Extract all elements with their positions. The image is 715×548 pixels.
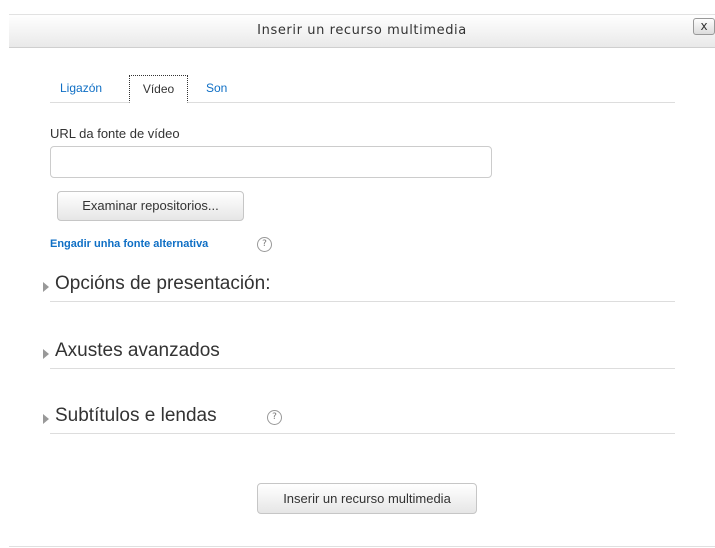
help-icon[interactable]: ? [257, 237, 272, 252]
section-display-options-label: Opcións de presentación: [55, 273, 271, 294]
expand-arrow-icon [43, 414, 49, 424]
media-tabs: Ligazón Vídeo Son [50, 75, 675, 103]
expand-arrow-icon [43, 349, 49, 359]
add-alternative-source-link[interactable]: Engadir unha fonte alternativa [50, 238, 208, 250]
section-advanced-settings-label: Axustes avanzados [55, 340, 220, 361]
section-display-options[interactable]: Opcións de presentación: [43, 273, 675, 302]
dialog-titlebar: Inserir un recurso multimedia x [9, 14, 715, 48]
tab-video[interactable]: Vídeo [129, 75, 188, 103]
media-dialog: Inserir un recurso multimedia x Ligazón … [9, 14, 715, 548]
expand-arrow-icon [43, 282, 49, 292]
dialog-title: Inserir un recurso multimedia [257, 23, 467, 38]
video-url-input[interactable] [50, 146, 492, 178]
browse-repositories-button[interactable]: Examinar repositorios... [57, 191, 244, 221]
help-icon[interactable]: ? [267, 410, 282, 425]
section-subtitles-captions-label: Subtítulos e lendas [55, 405, 217, 426]
section-subtitles-captions[interactable]: Subtítulos e lendas ? [43, 405, 675, 434]
dialog-bottom-divider [9, 546, 715, 547]
video-url-label: URL da fonte de vídeo [50, 126, 180, 141]
close-button[interactable]: x [693, 18, 715, 35]
insert-media-button[interactable]: Inserir un recurso multimedia [257, 483, 477, 514]
section-advanced-settings[interactable]: Axustes avanzados [43, 340, 675, 369]
tab-link[interactable]: Ligazón [50, 75, 112, 102]
tab-audio[interactable]: Son [196, 75, 237, 102]
